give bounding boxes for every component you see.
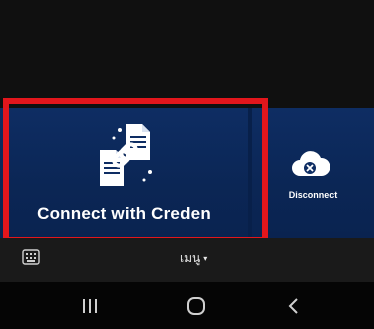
home-icon[interactable] xyxy=(184,294,208,318)
disconnect-tile[interactable]: Disconnect xyxy=(252,108,374,238)
document-link-icon xyxy=(100,124,152,186)
app-screen: Connect with Creden Disconnect เมนู ▾ xyxy=(0,0,374,329)
cloud-disconnect-icon xyxy=(292,151,330,176)
disconnect-tile-label: Disconnect xyxy=(288,190,338,200)
bottom-toolbar: เมนู ▾ xyxy=(0,238,374,282)
recents-icon[interactable] xyxy=(78,294,102,318)
menu-button[interactable]: เมนู ▾ xyxy=(180,248,250,268)
connect-tile-label: Connect with Creden xyxy=(37,204,211,223)
menu-label: เมนู xyxy=(180,250,201,265)
connect-with-creden-tile[interactable]: Connect with Creden xyxy=(0,108,248,238)
back-icon[interactable] xyxy=(282,294,306,318)
action-tiles-row: Connect with Creden Disconnect xyxy=(0,108,374,238)
keyboard-icon[interactable] xyxy=(22,249,40,265)
top-empty-area xyxy=(0,0,374,108)
chevron-down-icon: ▾ xyxy=(203,253,208,263)
system-navigation-bar xyxy=(0,282,374,329)
